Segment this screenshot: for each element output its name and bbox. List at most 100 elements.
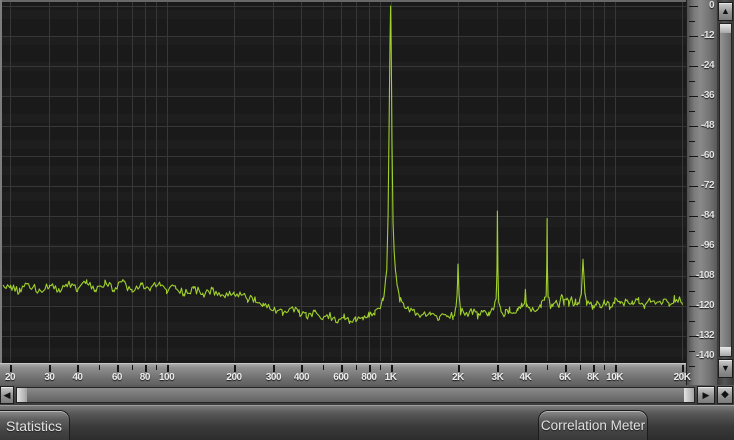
db-tick: [689, 261, 695, 262]
db-axis-label: 0: [708, 0, 715, 11]
plot-texture-band: [0, 114, 686, 123]
freq-tick: [144, 365, 147, 372]
freq-tick: [301, 365, 304, 372]
freq-tick: [579, 365, 581, 370]
freq-axis-label: 2K: [452, 372, 464, 383]
freq-tick: [49, 365, 52, 372]
freq-tick: [166, 365, 169, 372]
freq-axis-label: 600: [333, 372, 349, 383]
scroll-up-button[interactable]: ▲: [718, 2, 733, 21]
db-tick: [689, 51, 695, 52]
db-axis-label: -140: [695, 350, 715, 361]
db-axis-label: -108: [695, 270, 715, 281]
left-arrow-icon: ◀: [3, 389, 11, 400]
db-tick: [689, 21, 695, 22]
freq-tick: [273, 365, 276, 372]
freq-tick: [368, 365, 371, 372]
db-tick: [689, 171, 695, 172]
db-tick: [689, 321, 695, 322]
freq-axis-label: 8K: [586, 372, 599, 383]
db-axis-label: -36: [701, 90, 714, 101]
db-tick: [689, 291, 695, 292]
scroll-down-button[interactable]: ▼: [718, 359, 733, 378]
db-axis-label: -60: [701, 150, 714, 161]
right-arrow-icon: ▶: [702, 389, 710, 400]
db-axis-label: -120: [695, 300, 715, 311]
plot-texture-band: [0, 88, 686, 97]
db-axis-label: -72: [701, 180, 714, 191]
vertical-scrollbar-thumb[interactable]: [719, 23, 732, 357]
freq-axis-label: 30: [44, 372, 55, 383]
db-tick: [689, 141, 695, 142]
freq-tick: [564, 365, 567, 372]
freq-axis-label: 6K: [558, 372, 571, 383]
freq-tick: [156, 365, 158, 370]
freq-tick: [234, 365, 236, 372]
freq-tick: [682, 365, 684, 372]
freq-tick: [380, 365, 382, 370]
freq-axis-label: 10K: [606, 372, 623, 383]
freq-tick: [390, 365, 393, 372]
plot-background: [0, 0, 686, 363]
freq-axis-label: 80: [139, 372, 151, 383]
plot-texture-band: [0, 296, 686, 305]
diamond-icon: ◆: [721, 389, 729, 400]
plot-texture-band: [0, 322, 686, 331]
freq-tick: [497, 365, 500, 372]
plot-texture-band: [0, 218, 686, 227]
freq-axis-label: 100: [158, 372, 175, 383]
spectrum-plot[interactable]: [0, 0, 686, 363]
statistics-tab-label: Statistics: [5, 417, 62, 434]
db-axis-label: -12: [701, 30, 714, 41]
scroll-left-button[interactable]: ◀: [0, 386, 14, 404]
tab-correlation-meter[interactable]: Correlation Meter: [538, 410, 648, 440]
db-axis-label: -48: [701, 120, 714, 131]
freq-axis-label: 800: [361, 372, 377, 383]
freq-axis-label: 3K: [491, 372, 504, 383]
bottom-bar: Statistics RMS -3.2 -3.2 Reset Metering …: [0, 405, 734, 440]
tab-statistics[interactable]: Statistics: [0, 410, 70, 440]
freq-tick: [340, 365, 343, 372]
freq-tick: [525, 365, 528, 372]
freq-tick: [99, 365, 101, 370]
spectrum-analyzer-window: 0 -12 -24 -36 -48 -60 -72 -84 -96 -108 -120 -132 -14…: [0, 0, 734, 440]
freq-tick: [355, 365, 357, 370]
plot-left-bezel: [0, 0, 2, 363]
plot-texture-band: [0, 348, 686, 357]
freq-axis-label: 60: [111, 372, 123, 383]
freq-tick: [592, 365, 595, 372]
spectrum-display[interactable]: [0, 0, 686, 363]
plot-texture-band: [0, 36, 686, 45]
freq-axis-label: 1K: [384, 372, 397, 383]
freq-axis-label: 40: [72, 372, 83, 383]
freq-tick: [614, 365, 617, 372]
down-arrow-icon: ▼: [721, 363, 730, 373]
db-tick: [689, 366, 695, 367]
freq-axis-label: 200: [226, 372, 242, 383]
plot-texture-band: [0, 10, 686, 19]
freq-axis-label: 400: [293, 372, 310, 383]
up-arrow-icon: ▲: [721, 6, 730, 16]
db-tick: [689, 231, 695, 232]
plot-texture-band: [0, 244, 686, 253]
resize-corner-button[interactable]: ◆: [717, 386, 733, 404]
plot-texture-band: [0, 140, 686, 149]
db-tick: [689, 81, 695, 82]
freq-tick: [547, 365, 549, 370]
db-axis-label: -24: [701, 60, 714, 71]
freq-axis-label: 20: [4, 372, 16, 383]
plot-texture-band: [0, 192, 686, 201]
db-tick: [689, 201, 695, 202]
db-axis-label: -96: [701, 240, 714, 251]
scroll-right-button[interactable]: ▶: [697, 386, 715, 404]
frequency-scale: 20 30 40 60 80 100 200 300 400 600 800 1K 2K 3K 4K 6K 8K…: [0, 363, 691, 385]
db-tick: [689, 111, 695, 112]
horizontal-scrollbar-thumb[interactable]: [16, 387, 695, 403]
db-axis-label: -84: [701, 210, 714, 221]
db-scale: 0 -12 -24 -36 -48 -60 -72 -84 -96 -108 -120 -132 -14…: [686, 0, 717, 385]
freq-tick: [77, 365, 80, 372]
freq-tick: [604, 365, 606, 370]
freq-tick: [131, 365, 133, 370]
db-axis-label: -132: [695, 330, 715, 341]
freq-axis-label: 300: [265, 372, 282, 383]
